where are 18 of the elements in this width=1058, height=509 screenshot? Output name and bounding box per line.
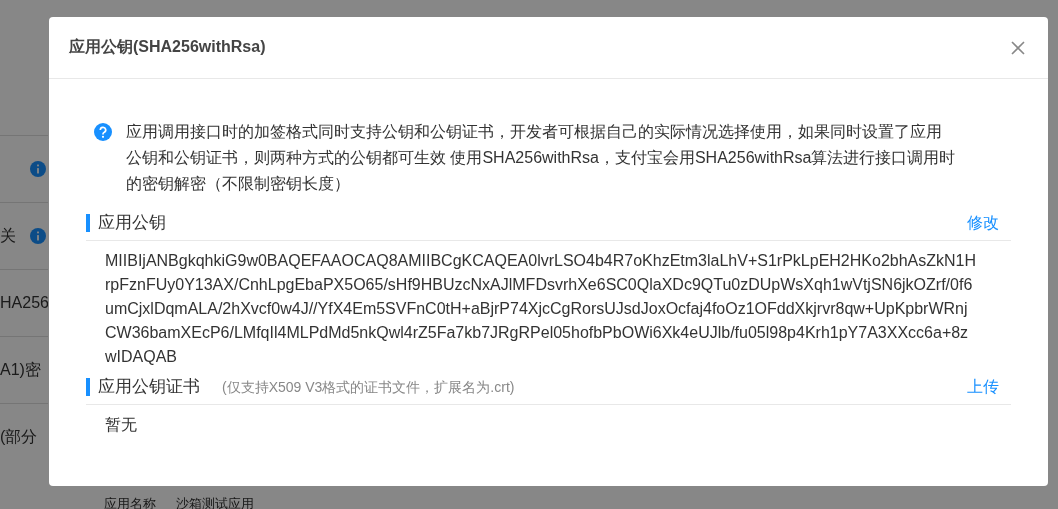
section-hint: (仅支持X509 V3格式的证书文件，扩展名为.crt) (222, 379, 515, 397)
background-text: HA256 (0, 294, 48, 312)
background-label: 应用名称 (104, 495, 156, 509)
info-icon (30, 228, 46, 244)
action-link[interactable]: 上传 (967, 377, 999, 398)
section-content: 暂无 (104, 415, 138, 435)
section-content: MIIBIjANBgkqhkiG9w0BAQEFAAOCAQ8AMIIBCgKCAQEA0lvrLSO4b4R7oKhzEtm3laLhV+S1rPkLpEH2HKo2bhAsZkN1HrpFznFUy0Y13AX/CnhLpgEbaPX5O65/sHf9HBUzcNxAJlMFDsvrhXe6SC0QlaXDc9QTu0zDUpWsXqh1wVtjSN6jkOZrf/0f6umCjxlDqmALA/2hXvcf0w4J//YfX4Em5SVFnC0tH+aBjrP74XjcCgRorsUJsdJoxOcfaj4foOz1OFddXkjrvr8qw+UpKpbrWRnjCW36bamXEcP6/LMfqIl4MLPdMd5nkQwl4rZ5Fa7kb7JRgRPel05hofbPbOWi6Xk4eUJlb/fu05l98p4Krh1pY7A3XXcc6a+8zwIDAQAB (104, 251, 977, 367)
notice-text: 应用调用接口时的加签格式同时支持公钥和公钥证书，开发者可根据自己的实际情况选择使用，如果同时设置了应用公钥和公钥证书，则两种方式的公钥都可生效 使用SHA256withRsa，支付宝会用SHA256withRsa算法进行接口调用时的密钥解密（不限制密钥长度） (126, 122, 956, 194)
background-text: A1)密 (0, 359, 41, 380)
help-icon (94, 123, 112, 141)
section-title: 应用公钥 (86, 214, 166, 232)
info-icon (30, 161, 46, 177)
close-icon[interactable] (1010, 39, 1026, 56)
action-link[interactable]: 修改 (967, 213, 999, 234)
dialog-title: 应用公钥(SHA256withRsa) (69, 37, 266, 57)
background-text: (部分 (0, 426, 38, 447)
section-title: 应用公钥证书 (86, 378, 200, 396)
background-text: 关 (0, 225, 16, 246)
